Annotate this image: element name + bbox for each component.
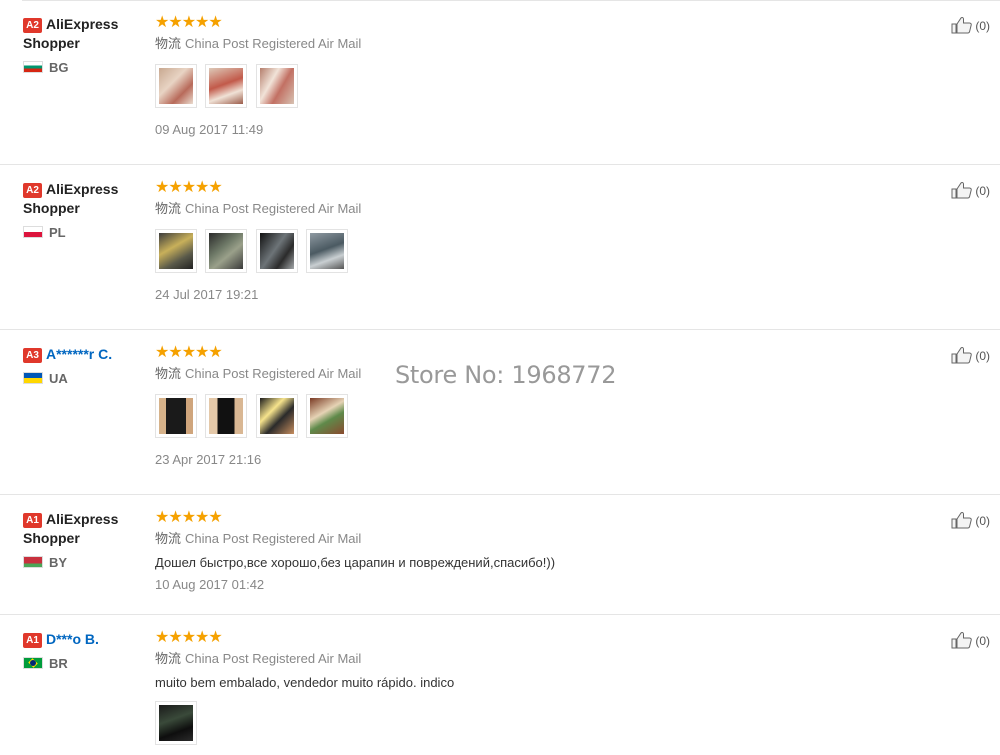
buyer-level-badge: A2 bbox=[23, 183, 42, 198]
buyer-info: A3 A******r C. UA bbox=[23, 345, 143, 386]
helpful-button[interactable]: (0) bbox=[951, 181, 990, 200]
thumbs-up-icon bbox=[951, 631, 973, 649]
buyer-level-badge: A1 bbox=[23, 513, 42, 528]
buyer-name[interactable]: A3 A******r C. bbox=[23, 345, 143, 364]
buyer-country: BR bbox=[23, 657, 143, 671]
review-photo-thumbnail[interactable] bbox=[155, 229, 197, 273]
review-body: ★★★★★ 物流 China Post Registered Air Mail 2… bbox=[155, 179, 855, 303]
flag-pl-icon bbox=[23, 226, 43, 238]
review-text: muito bem embalado, vendedor muito rápid… bbox=[155, 675, 455, 690]
review-photos bbox=[155, 394, 855, 440]
shipping-method: 物流 China Post Registered Air Mail bbox=[155, 531, 362, 546]
review-photo-thumbnail[interactable] bbox=[155, 701, 197, 745]
star-rating: ★★★★★ bbox=[155, 629, 223, 646]
review-item: A2 AliExpress Shopper PL ★★★★★ 物流 China Pos… bbox=[0, 165, 1000, 330]
shipping-method: 物流 China Post Registered Air Mail bbox=[155, 201, 362, 216]
thumbs-up-icon bbox=[951, 346, 973, 364]
buyer-level-badge: A2 bbox=[23, 18, 42, 33]
flag-ua-icon bbox=[23, 372, 43, 384]
review-item: A1 AliExpress Shopper BY ★★★★★ 物流 China Pos… bbox=[0, 495, 1000, 615]
review-photo-thumbnail[interactable] bbox=[205, 64, 248, 108]
buyer-info: A1 AliExpress Shopper BY bbox=[23, 510, 143, 570]
buyer-level-badge: A1 bbox=[23, 633, 42, 648]
review-photo-thumbnail[interactable] bbox=[255, 229, 298, 273]
star-rating: ★★★★★ bbox=[155, 14, 223, 31]
buyer-country: BG bbox=[23, 61, 143, 75]
buyer-name: A2 AliExpress Shopper bbox=[23, 181, 119, 216]
review-item: A2 AliExpress Shopper BG ★★★★★ 物流 China Pos… bbox=[0, 0, 1000, 165]
store-watermark: Store No: 1968772 bbox=[395, 361, 617, 389]
review-date: 10 Aug 2017 01:42 bbox=[155, 577, 265, 592]
thumbs-up-icon bbox=[951, 181, 973, 199]
buyer-country: UA bbox=[23, 372, 143, 386]
review-date: 09 Aug 2017 11:49 bbox=[155, 122, 264, 137]
review-photos bbox=[155, 701, 855, 747]
review-photo-thumbnail[interactable] bbox=[205, 394, 248, 438]
buyer-country: PL bbox=[23, 226, 143, 240]
buyer-name[interactable]: A1 D***o B. bbox=[23, 630, 143, 649]
thumbs-up-icon bbox=[951, 511, 973, 529]
helpful-button[interactable]: (0) bbox=[951, 346, 990, 365]
buyer-level-badge: A3 bbox=[23, 348, 42, 363]
review-body: ★★★★★ 物流 China Post Registered Air Mail 0… bbox=[155, 14, 855, 138]
helpful-count: (0) bbox=[975, 634, 990, 648]
shipping-method: 物流 China Post Registered Air Mail bbox=[155, 36, 362, 51]
flag-bg-icon bbox=[23, 61, 43, 73]
review-photos bbox=[155, 64, 855, 110]
review-photo-thumbnail[interactable] bbox=[255, 64, 298, 108]
helpful-count: (0) bbox=[975, 514, 990, 528]
buyer-info: A2 AliExpress Shopper PL bbox=[23, 180, 143, 240]
review-item: A1 D***o B. BR ★★★★★ 物流 China Post Registe… bbox=[0, 615, 1000, 755]
buyer-name: A1 AliExpress Shopper bbox=[23, 511, 119, 546]
helpful-count: (0) bbox=[975, 19, 990, 33]
review-text: Дошел быстро,все хорошо,без царапин и по… bbox=[155, 555, 556, 570]
buyer-info: A1 D***o B. BR bbox=[23, 630, 143, 671]
review-photo-thumbnail[interactable] bbox=[155, 64, 197, 108]
review-photo-thumbnail[interactable] bbox=[255, 394, 298, 438]
buyer-name: A2 AliExpress Shopper bbox=[23, 16, 119, 51]
review-photo-thumbnail[interactable] bbox=[155, 394, 197, 438]
review-body: ★★★★★ 物流 China Post Registered Air Mail m… bbox=[155, 629, 855, 747]
helpful-button[interactable]: (0) bbox=[951, 16, 990, 35]
review-photo-thumbnail[interactable] bbox=[306, 394, 349, 438]
buyer-country: BY bbox=[23, 556, 143, 570]
buyer-info: A2 AliExpress Shopper BG bbox=[23, 15, 143, 75]
helpful-button[interactable]: (0) bbox=[951, 631, 990, 650]
helpful-button[interactable]: (0) bbox=[951, 511, 990, 530]
flag-br-icon bbox=[23, 657, 43, 669]
star-rating: ★★★★★ bbox=[155, 179, 223, 196]
review-body: ★★★★★ 物流 China Post Registered Air Mail Д… bbox=[155, 509, 855, 593]
review-photo-thumbnail[interactable] bbox=[205, 229, 248, 273]
review-photo-thumbnail[interactable] bbox=[306, 229, 349, 273]
star-rating: ★★★★★ bbox=[155, 509, 223, 526]
flag-by-icon bbox=[23, 556, 43, 568]
review-item: A3 A******r C. UA ★★★★★ 物流 China Post Regi… bbox=[0, 330, 1000, 495]
helpful-count: (0) bbox=[975, 184, 990, 198]
review-date: 23 Apr 2017 21:16 bbox=[155, 452, 262, 467]
review-date: 24 Jul 2017 19:21 bbox=[155, 287, 259, 302]
shipping-method: 物流 China Post Registered Air Mail bbox=[155, 651, 362, 666]
thumbs-up-icon bbox=[951, 16, 973, 34]
helpful-count: (0) bbox=[975, 349, 990, 363]
review-photos bbox=[155, 229, 855, 275]
star-rating: ★★★★★ bbox=[155, 344, 223, 361]
